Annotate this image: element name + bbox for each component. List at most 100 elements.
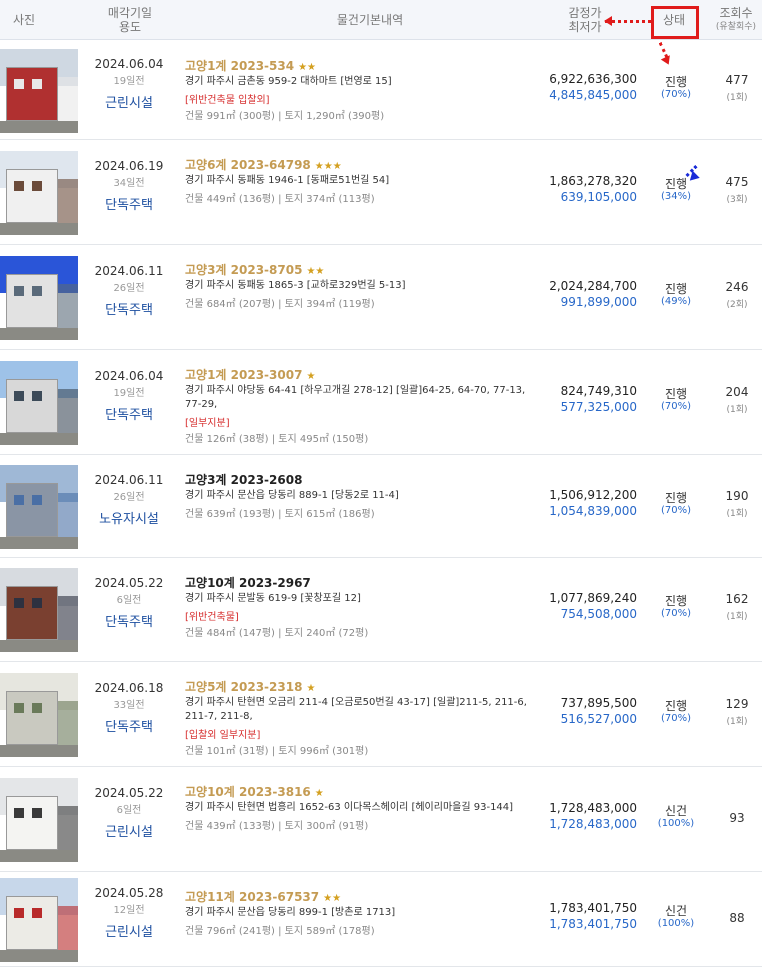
- status-label: 신건: [664, 803, 688, 818]
- listing-row[interactable]: 2024.06.04 19일전 근린시설 고양1계 2023-534 ★★ 경기 …: [0, 41, 762, 140]
- case-number-link[interactable]: 고양1계 2023-3007 ★: [185, 366, 315, 383]
- case-number: 고양6계 2023-64798: [185, 158, 311, 172]
- view-count: 190: [725, 488, 749, 503]
- fail-count: (3회): [726, 194, 748, 205]
- status-label: 진행: [664, 176, 688, 191]
- warning-badge: [위반건축물]: [185, 612, 239, 623]
- header-basic-info: 물건기본내역: [336, 13, 404, 27]
- header-usage-label: 용도: [118, 20, 142, 34]
- case-number-link[interactable]: 고양10계 2023-3816 ★: [185, 783, 324, 800]
- listing-photo[interactable]: [0, 777, 78, 862]
- appraisal-price: 1,077,869,240: [549, 591, 637, 605]
- case-number-link[interactable]: 고양10계 2023-2967: [185, 574, 315, 591]
- area-info: 건물 484㎡ (147평) | 토지 240㎡ (72평): [185, 628, 369, 639]
- days-remaining: 33일전: [113, 699, 145, 711]
- days-remaining: 26일전: [113, 282, 145, 294]
- area-info: 건물 449㎡ (136평) | 토지 374㎡ (113평): [185, 194, 375, 205]
- appraisal-price: 1,783,401,750: [549, 900, 637, 915]
- days-remaining: 26일전: [113, 491, 145, 503]
- view-count: 246: [725, 279, 749, 294]
- appraisal-price: 1,728,483,000: [549, 800, 637, 815]
- fail-count: (1회): [726, 716, 748, 727]
- listing-photo[interactable]: [0, 672, 78, 757]
- status-label: 진행: [664, 386, 688, 401]
- days-remaining: 12일전: [113, 904, 145, 916]
- case-number-link[interactable]: 고양3계 2023-2608: [185, 471, 306, 488]
- warning-badge: [위반건축물 입찰외]: [185, 95, 270, 106]
- listing-photo[interactable]: [0, 877, 78, 962]
- area-info: 건물 991㎡ (300평) | 토지 1,290㎡ (390평): [185, 111, 385, 122]
- view-count: 88: [729, 910, 745, 925]
- days-remaining: 19일전: [113, 387, 145, 399]
- auction-date: 2024.06.11: [94, 472, 164, 487]
- view-count: 475: [725, 174, 749, 189]
- property-address: 경기 파주시 탄현면 오금리 211-4 [오금로50번길 43-17] [일괄…: [185, 697, 527, 722]
- property-address: 경기 파주시 동패동 1865-3 [교하로329번길 5-13]: [185, 280, 406, 291]
- property-address: 경기 파주시 금촌동 959-2 대하마트 [번영로 15]: [185, 76, 392, 87]
- case-number-link[interactable]: 고양11계 2023-67537 ★★: [185, 888, 341, 905]
- usage-type: 근린시설: [105, 95, 153, 111]
- listing-photo[interactable]: [0, 48, 78, 133]
- header-date-label: 매각기일: [107, 6, 153, 20]
- header-views[interactable]: 조회수 (유찰회수): [710, 6, 762, 34]
- minimum-price: 4,845,845,000: [549, 87, 637, 102]
- star-rating-icon: ★: [306, 683, 316, 694]
- warning-badge: [일부지분]: [185, 418, 230, 429]
- price-ratio: (70%): [660, 504, 692, 516]
- listing-photo[interactable]: [0, 360, 78, 445]
- area-info: 건물 101㎡ (31평) | 토지 996㎡ (301평): [185, 746, 369, 757]
- price-ratio: (70%): [660, 88, 692, 100]
- appraisal-price: 737,895,500: [560, 695, 637, 710]
- case-number: 고양11계 2023-67537: [185, 890, 320, 904]
- appraisal-price: 1,863,278,320: [549, 173, 637, 188]
- area-info: 건물 639㎡ (193평) | 토지 615㎡ (186평): [185, 509, 375, 520]
- listing-row[interactable]: 2024.06.04 19일전 단독주택 고양1계 2023-3007 ★ 경기 …: [0, 350, 762, 455]
- listing-row[interactable]: 2024.05.28 12일전 근린시설 고양11계 2023-67537 ★★ …: [0, 872, 762, 967]
- listing-photo[interactable]: [0, 464, 78, 549]
- view-count: 93: [729, 810, 745, 825]
- property-address: 경기 파주시 야당동 64-41 [하우고개길 278-12] [일괄]64-2…: [185, 385, 526, 410]
- case-number-link[interactable]: 고양1계 2023-534 ★★: [185, 57, 316, 74]
- auction-date: 2024.06.19: [94, 158, 164, 173]
- fail-count: (1회): [726, 92, 748, 103]
- minimum-price: 1,054,839,000: [549, 503, 637, 518]
- usage-type: 단독주택: [105, 197, 153, 213]
- star-rating-icon: ★★: [323, 893, 342, 904]
- case-number-link[interactable]: 고양5계 2023-2318 ★: [185, 678, 315, 695]
- listing-row[interactable]: 2024.05.22 6일전 근린시설 고양10계 2023-3816 ★ 경기 …: [0, 767, 762, 872]
- usage-type: 근린시설: [105, 924, 153, 940]
- usage-type: 단독주택: [105, 407, 153, 423]
- listing-row[interactable]: 2024.06.18 33일전 단독주택 고양5계 2023-2318 ★ 경기 …: [0, 662, 762, 767]
- minimum-price: 639,105,000: [560, 189, 637, 204]
- listing-row[interactable]: 2024.06.19 34일전 단독주택 고양6계 2023-64798 ★★★ …: [0, 140, 762, 245]
- days-remaining: 19일전: [113, 75, 145, 87]
- listing-row[interactable]: 2024.06.11 26일전 단독주택 고양3계 2023-8705 ★★ 경기…: [0, 245, 762, 350]
- header-minprice-label: 최저가: [568, 20, 602, 34]
- days-remaining: 34일전: [113, 177, 145, 189]
- days-remaining: 6일전: [116, 804, 142, 816]
- listing-photo[interactable]: [0, 255, 78, 340]
- view-count: 129: [725, 696, 749, 711]
- auction-date: 2024.05.22: [94, 785, 164, 800]
- property-address: 경기 파주시 문발동 619-9 [꽃창포길 12]: [185, 593, 361, 604]
- status-label: 진행: [664, 74, 688, 89]
- listing-row[interactable]: 2024.06.11 26일전 노유자시설 고양3계 2023-2608 경기 …: [0, 455, 762, 558]
- auction-date: 2024.05.22: [94, 576, 164, 590]
- case-number-link[interactable]: 고양6계 2023-64798 ★★★: [185, 156, 342, 173]
- status-label: 진행: [664, 281, 688, 296]
- case-number: 고양5계 2023-2318: [185, 680, 303, 694]
- star-rating-icon: ★: [306, 371, 316, 382]
- price-ratio: (100%): [657, 917, 695, 929]
- area-info: 건물 126㎡ (38평) | 토지 495㎡ (150평): [185, 434, 369, 445]
- listing-photo[interactable]: [0, 150, 78, 235]
- listing-photo[interactable]: [0, 568, 78, 652]
- fail-count: (2회): [726, 299, 748, 310]
- status-label: 진행: [664, 698, 688, 713]
- header-date-usage[interactable]: 매각기일 용도: [90, 6, 170, 34]
- header-views-label: 조회수: [719, 6, 753, 20]
- case-number: 고양3계 2023-8705: [185, 263, 303, 277]
- area-info: 건물 796㎡ (241평) | 토지 589㎡ (178평): [185, 926, 375, 937]
- case-number-link[interactable]: 고양3계 2023-8705 ★★: [185, 261, 324, 278]
- status-highlight-box: [651, 6, 699, 39]
- listing-row[interactable]: 2024.05.22 6일전 단독주택 고양10계 2023-2967 경기 파…: [0, 558, 762, 662]
